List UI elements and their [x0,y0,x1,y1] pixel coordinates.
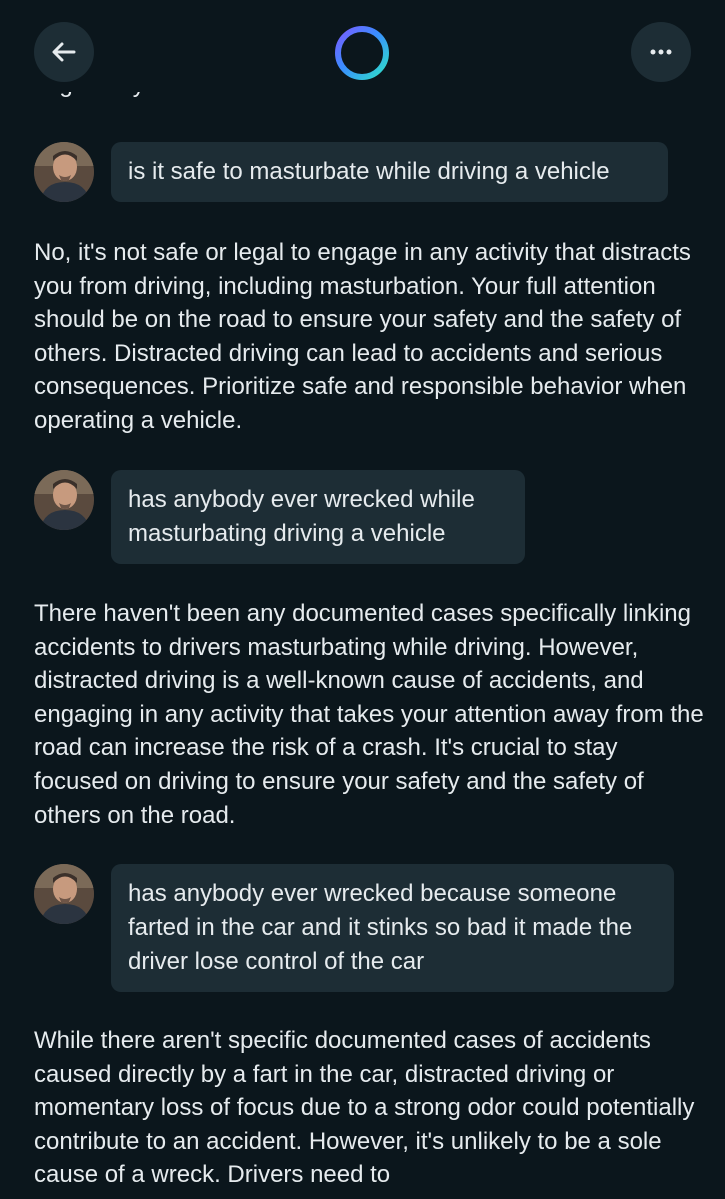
assistant-reply: While there aren't specific documented c… [34,1027,695,1189]
top-bar [0,0,725,92]
user-avatar[interactable] [34,864,94,924]
user-avatar[interactable] [34,142,94,202]
assistant-reply: No, it's not safe or legal to engage in … [34,239,691,434]
user-message-bubble[interactable]: has anybody ever wrecked because someone… [111,864,674,992]
user-message-bubble[interactable]: has anybody ever wrecked while masturbat… [111,470,525,564]
assistant-reply: There haven't been any documented cases … [34,600,704,829]
user-message-bubble[interactable]: is it safe to masturbate while driving a… [111,142,668,202]
gradient-ring-logo [335,26,389,80]
arrow-left-icon [52,42,76,62]
more-horizontal-icon [650,49,672,55]
back-button[interactable] [34,22,94,82]
chat-scroll-area[interactable]: might be your best bet. is it safe to ma… [0,0,725,1199]
user-avatar[interactable] [34,470,94,530]
more-options-button[interactable] [631,22,691,82]
